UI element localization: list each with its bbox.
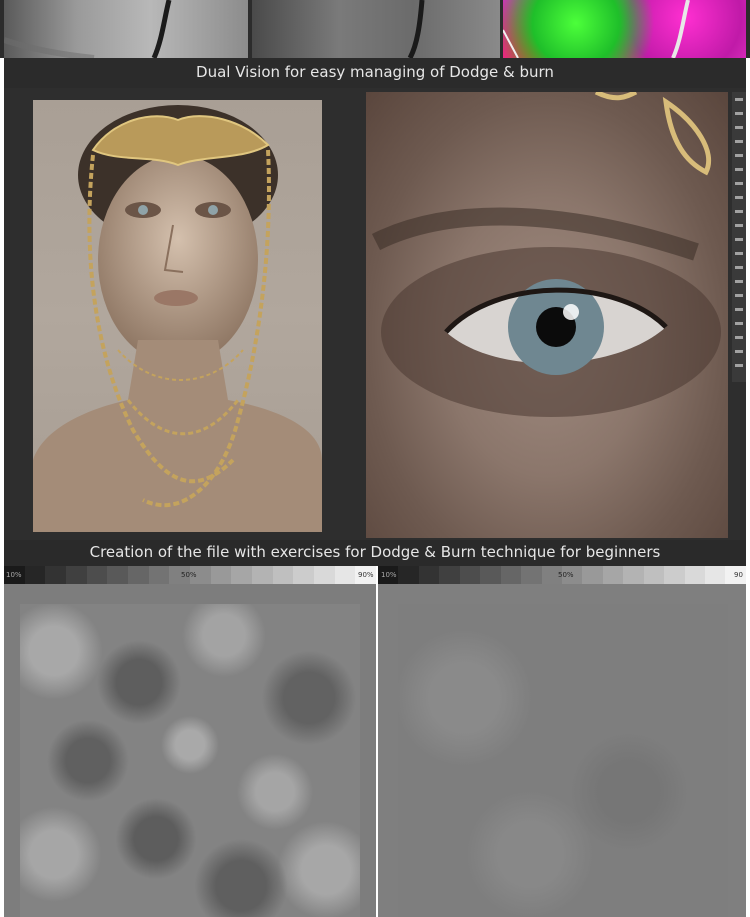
ramp-left-90-label: 90% <box>358 571 374 579</box>
fine-noise-texture <box>398 604 728 917</box>
top-strip <box>0 0 750 58</box>
ramp-right-90-label: 90 <box>734 571 743 579</box>
exercise-file-caption: Creation of the file with exercises for … <box>89 543 661 561</box>
ramp-left-10-label: 10% <box>6 571 22 579</box>
ramp-right-50-label: 50% <box>558 571 574 579</box>
eye-illustration <box>371 92 721 417</box>
toolbar-icons[interactable] <box>735 98 743 368</box>
portrait-photo <box>33 100 322 532</box>
ramp-right-10-label: 10% <box>381 571 397 579</box>
bra-strap-icon <box>4 0 172 58</box>
model-with-gold-chains-illustration <box>33 105 322 532</box>
lower-right-panel <box>378 584 746 917</box>
lower-left-panel <box>4 584 376 917</box>
false-color-thumbnail <box>503 0 746 58</box>
ramp-left-50-label: 50% <box>181 571 197 579</box>
strap-icon <box>407 0 425 58</box>
cloud-noise-texture <box>20 604 360 917</box>
eye-closeup-photo <box>366 92 728 538</box>
high-contrast-thumbnail <box>252 0 500 58</box>
chain-icon <box>503 0 690 58</box>
grayscale-shoulder-thumbnail <box>4 0 248 58</box>
tool-palette[interactable] <box>732 92 746 382</box>
dual-vision-caption: Dual Vision for easy managing of Dodge &… <box>196 63 554 81</box>
